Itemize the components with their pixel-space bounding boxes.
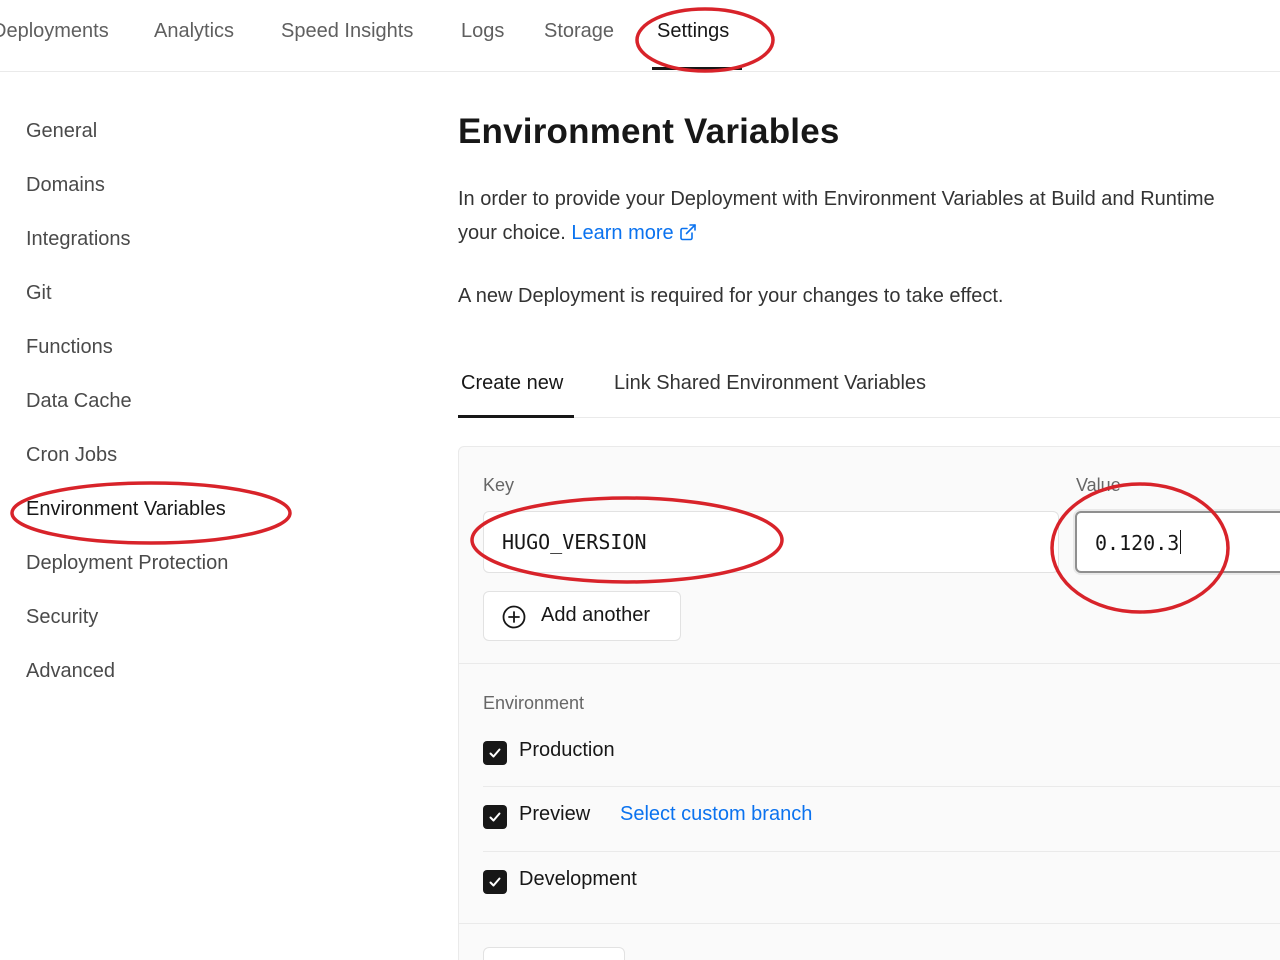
tab-storage[interactable]: Storage bbox=[544, 20, 614, 43]
environment-label: Environment bbox=[483, 693, 585, 713]
sidebar-item-advanced[interactable]: Advanced bbox=[26, 660, 115, 683]
sidebar-item-data-cache[interactable]: Data Cache bbox=[26, 390, 132, 413]
env-var-form: Key Value HUGO_VERSION 0.120.3 Add anoth… bbox=[458, 446, 1280, 960]
value-label: Value bbox=[1076, 475, 1121, 495]
production-label: Production bbox=[519, 739, 615, 761]
tab-logs[interactable]: Logs bbox=[461, 20, 504, 43]
tab-create-new[interactable]: Create new bbox=[461, 372, 563, 395]
page-title: Environment Variables bbox=[458, 112, 840, 151]
tab-analytics[interactable]: Analytics bbox=[154, 20, 234, 43]
learn-more-link[interactable]: Learn more bbox=[571, 222, 697, 244]
value-input[interactable]: 0.120.3 bbox=[1075, 511, 1280, 573]
save-button[interactable] bbox=[483, 947, 625, 960]
create-tabs: Create new Link Shared Environment Varia… bbox=[458, 362, 1280, 418]
preview-checkbox[interactable] bbox=[483, 805, 507, 829]
key-input[interactable]: HUGO_VERSION bbox=[483, 511, 1059, 573]
description-line-2-wrapper: your choice. Learn more bbox=[458, 216, 1280, 250]
sidebar-item-integrations[interactable]: Integrations bbox=[26, 228, 131, 251]
section-divider bbox=[459, 663, 1280, 664]
active-tab-indicator bbox=[652, 67, 742, 70]
section-divider bbox=[459, 923, 1280, 924]
key-label: Key bbox=[483, 475, 515, 495]
sidebar-item-security[interactable]: Security bbox=[26, 606, 98, 629]
tab-link-shared-env-vars[interactable]: Link Shared Environment Variables bbox=[614, 372, 926, 395]
top-navigation: Deployments Analytics Speed Insights Log… bbox=[0, 0, 1280, 72]
plus-circle-icon bbox=[502, 605, 526, 629]
development-label: Development bbox=[519, 868, 637, 890]
sidebar-item-deployment-protection[interactable]: Deployment Protection bbox=[26, 552, 228, 575]
learn-more-label: Learn more bbox=[571, 222, 674, 244]
checkmark-icon bbox=[489, 812, 501, 822]
description-line-1: In order to provide your Deployment with… bbox=[458, 188, 1215, 210]
select-custom-branch-link[interactable]: Select custom branch bbox=[620, 803, 812, 826]
production-checkbox[interactable] bbox=[483, 741, 507, 765]
active-subtab-indicator bbox=[458, 415, 574, 418]
description-line-2: your choice. bbox=[458, 222, 566, 244]
sidebar-item-functions[interactable]: Functions bbox=[26, 336, 113, 359]
value-input-value: 0.120.3 bbox=[1095, 531, 1180, 555]
sidebar-item-cron-jobs[interactable]: Cron Jobs bbox=[26, 444, 117, 467]
sidebar-item-environment-variables[interactable]: Environment Variables bbox=[26, 498, 226, 521]
add-another-label: Add another bbox=[541, 604, 650, 626]
preview-label: Preview bbox=[519, 803, 591, 825]
sidebar-item-git[interactable]: Git bbox=[26, 282, 52, 305]
add-another-button[interactable]: Add another bbox=[483, 591, 681, 641]
row-divider bbox=[483, 851, 1280, 852]
key-input-value: HUGO_VERSION bbox=[502, 530, 647, 554]
redeploy-notice: A new Deployment is required for your ch… bbox=[458, 285, 1004, 307]
tab-settings[interactable]: Settings bbox=[657, 20, 729, 43]
checkmark-icon bbox=[489, 748, 501, 758]
row-divider bbox=[483, 786, 1280, 787]
tab-deployments[interactable]: Deployments bbox=[0, 20, 109, 43]
main-content: Environment Variables In order to provid… bbox=[458, 72, 1280, 960]
development-checkbox[interactable] bbox=[483, 870, 507, 894]
checkmark-icon bbox=[489, 877, 501, 887]
text-caret bbox=[1180, 530, 1182, 554]
page-description: In order to provide your Deployment with… bbox=[458, 182, 1280, 250]
sidebar-item-domains[interactable]: Domains bbox=[26, 174, 105, 197]
external-link-icon bbox=[679, 224, 696, 241]
tab-speed-insights[interactable]: Speed Insights bbox=[281, 20, 413, 43]
sidebar-item-general[interactable]: General bbox=[26, 120, 97, 143]
settings-sidebar: General Domains Integrations Git Functio… bbox=[0, 72, 420, 960]
